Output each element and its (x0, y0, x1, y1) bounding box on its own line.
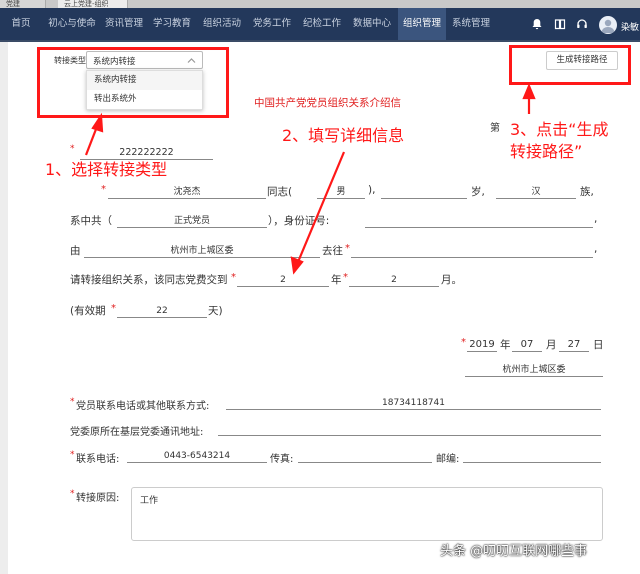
annotation-step3-line1: 3、点击“生成 (510, 120, 609, 139)
annotation-step1: 1、选择转接类型 (45, 160, 168, 179)
annotation-step3-line2: 转接路径” (510, 142, 583, 161)
annotation-arrows (84, 83, 536, 275)
watermark-text: 头条 @叨叨互联网哪些事 (440, 544, 588, 559)
annotation-step2: 2、填写详细信息 (282, 126, 405, 145)
